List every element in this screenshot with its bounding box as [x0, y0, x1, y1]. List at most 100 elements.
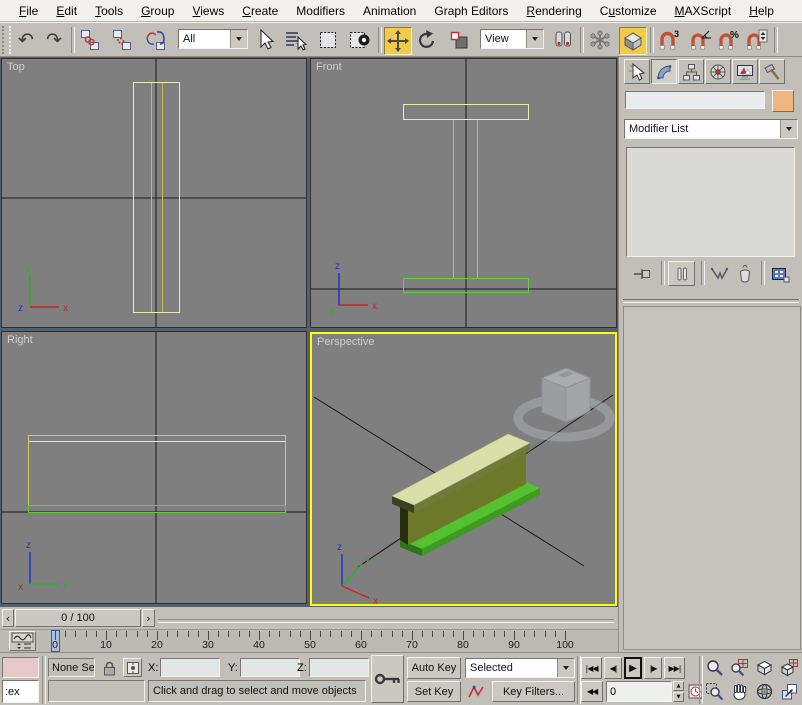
menu-item-maxscript[interactable]: MAXScript [666, 2, 741, 20]
menu-item-graph-editors[interactable]: Graph Editors [425, 2, 517, 20]
redo-button[interactable]: ↷ [41, 27, 67, 53]
menu-item-help[interactable]: Help [740, 2, 783, 20]
select-and-scale-button[interactable] [446, 27, 472, 53]
remove-modifier-button[interactable] [733, 263, 757, 284]
make-unique-button[interactable] [707, 263, 731, 284]
menu-item-rendering[interactable]: Rendering [517, 2, 590, 20]
maximize-viewport-toggle-button[interactable] [778, 681, 801, 702]
menu-item-file[interactable]: File [10, 2, 47, 20]
absolute-offset-mode-toggle[interactable] [123, 658, 142, 677]
auto-key-button[interactable]: Auto Key [407, 657, 461, 679]
z-coordinate-field[interactable] [309, 658, 369, 677]
zoom-extents-all-button[interactable] [778, 657, 801, 678]
spinner-up-button[interactable]: ▲ [673, 681, 684, 691]
menu-item-views[interactable]: Views [183, 2, 233, 20]
trackbar-ruler[interactable]: 0 10 20 30 40 50 60 70 80 90 100 [0, 630, 618, 653]
tab-modify[interactable] [651, 59, 677, 84]
toolbar-drag-handle[interactable] [2, 26, 11, 54]
spinner-snap-toggle-button[interactable] [744, 27, 770, 53]
zoom-all-button[interactable] [728, 657, 751, 678]
modifier-list-arrow-button[interactable] [780, 120, 797, 138]
configure-modifier-sets-button[interactable] [767, 263, 793, 284]
set-keys-button[interactable] [371, 655, 404, 703]
trackbar-tick [422, 631, 424, 637]
time-slider-prev-button[interactable]: ‹ [2, 609, 14, 627]
go-to-end-button[interactable]: ▶▶| [664, 657, 685, 679]
key-mode-toggle-button[interactable]: ◀◀ [581, 681, 603, 702]
statusbar-splitter[interactable] [42, 656, 46, 704]
select-object-button[interactable] [252, 27, 278, 53]
menu-item-customize[interactable]: Customize [591, 2, 666, 20]
selection-filter-dropdown[interactable]: All [178, 29, 248, 49]
macro-recorder-pane[interactable] [2, 657, 39, 678]
keyboard-shortcut-override-toggle[interactable] [619, 27, 647, 55]
pan-view-button[interactable] [728, 681, 751, 702]
zoom-button[interactable] [703, 657, 726, 678]
tab-display[interactable] [732, 59, 758, 84]
rollout-area[interactable] [623, 306, 801, 650]
selection-lock-toggle[interactable] [101, 659, 117, 677]
show-end-result-button[interactable] [668, 261, 695, 286]
create-tab-icon [629, 62, 646, 81]
unlink-selection-button[interactable] [109, 27, 135, 53]
arc-rotate-button[interactable] [753, 681, 776, 702]
use-pivot-point-center-button[interactable] [550, 27, 576, 53]
menu-item-animation[interactable]: Animation [354, 2, 425, 20]
object-name-field[interactable] [625, 91, 765, 109]
coordinate-system-value: View [481, 30, 526, 48]
select-and-rotate-button[interactable] [414, 27, 440, 53]
select-by-name-button[interactable] [282, 27, 308, 53]
x-coordinate-field[interactable] [160, 658, 220, 677]
maxscript-mini-listener[interactable]: :ex [2, 680, 39, 703]
spinner-down-button[interactable]: ▼ [673, 692, 684, 702]
modifier-list-dropdown[interactable]: Modifier List [624, 119, 798, 139]
bind-to-space-warp-button[interactable] [143, 27, 169, 53]
tab-create[interactable] [624, 59, 650, 84]
window-crossing-toggle-button[interactable] [347, 27, 373, 53]
selection-filter-arrow-button[interactable] [230, 30, 247, 48]
angle-snap-toggle-button[interactable] [688, 27, 714, 53]
menu-item-modifiers[interactable]: Modifiers [287, 2, 354, 20]
tab-utilities[interactable] [759, 59, 785, 84]
zoom-extents-button[interactable] [753, 657, 776, 678]
viewport-perspective[interactable]: Perspective z y x [310, 332, 617, 606]
tab-hierarchy[interactable] [678, 59, 704, 84]
frame-spinner[interactable]: ▲ ▼ [673, 681, 684, 702]
current-frame-field[interactable] [606, 681, 672, 702]
modifier-stack-list[interactable] [626, 147, 795, 257]
percent-snap-toggle-button[interactable]: % [716, 27, 742, 53]
play-animation-button[interactable]: ▶ [624, 657, 642, 679]
viewport-right[interactable]: Right z y x [1, 331, 307, 604]
select-and-link-button[interactable] [77, 27, 103, 53]
snaps-toggle-3d-button[interactable]: 3 [656, 27, 682, 53]
menu-item-group[interactable]: Group [132, 2, 183, 20]
viewport-top[interactable]: Top y x z [1, 58, 307, 328]
region-zoom-button[interactable] [703, 681, 726, 702]
set-key-button[interactable]: Set Key [407, 681, 461, 702]
object-color-swatch[interactable] [772, 90, 794, 112]
tab-motion[interactable] [705, 59, 731, 84]
go-to-start-button[interactable]: |◀◀ [581, 657, 602, 679]
select-and-move-button[interactable] [384, 27, 412, 55]
menu-item-create[interactable]: Create [233, 2, 287, 20]
time-slider-handle[interactable]: 0 / 100 [15, 609, 141, 627]
key-filter-arrow-button[interactable] [557, 659, 574, 677]
next-frame-button[interactable]: |▶ [644, 657, 662, 679]
rectangular-selection-region-button[interactable] [315, 27, 341, 53]
menu-item-tools[interactable]: Tools [86, 2, 132, 20]
key-filter-scope-dropdown[interactable]: Selected [465, 658, 575, 678]
reference-coordinate-system-dropdown[interactable]: View [480, 29, 544, 49]
time-slider-track[interactable] [158, 619, 614, 623]
select-and-manipulate-button[interactable] [587, 27, 613, 53]
previous-frame-button[interactable]: ◀| [604, 657, 622, 679]
coordinate-system-arrow-button[interactable] [526, 30, 543, 48]
undo-button[interactable]: ↶ [13, 27, 39, 53]
track-bar: 0 10 20 30 40 50 60 70 80 90 100 [0, 629, 618, 652]
default-in-out-tangents-button[interactable] [465, 681, 487, 702]
pin-stack-button[interactable] [629, 263, 655, 284]
key-filters-button[interactable]: Key Filters... [492, 681, 575, 702]
time-slider-next-button[interactable]: › [142, 609, 155, 627]
menu-item-edit[interactable]: Edit [47, 2, 86, 20]
y-coordinate-field[interactable] [240, 658, 300, 677]
viewport-front[interactable]: Front z x y [310, 58, 617, 328]
